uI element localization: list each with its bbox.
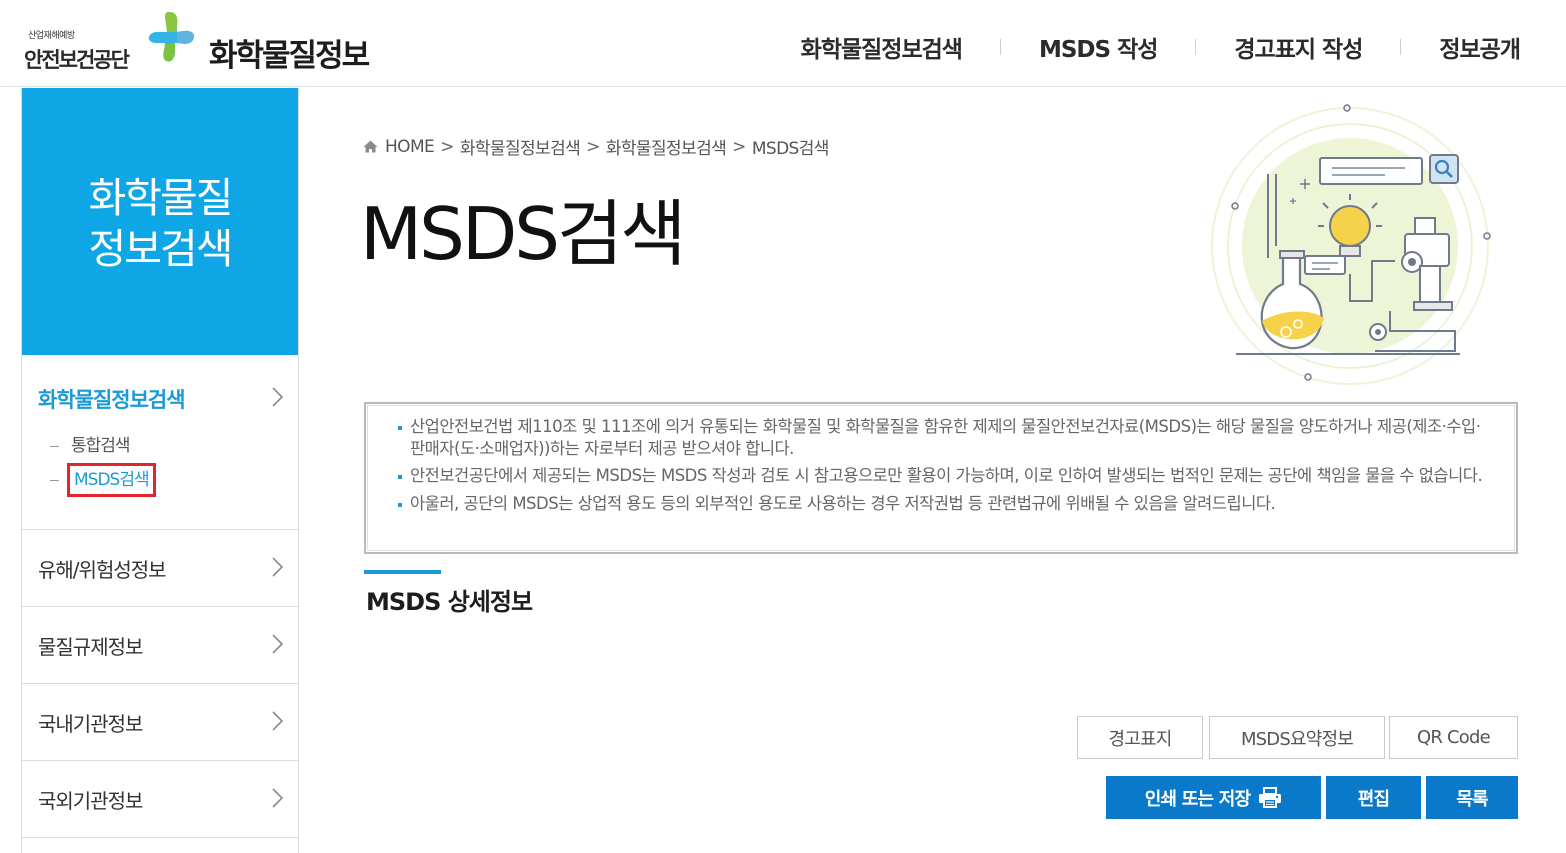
sidebar-item-label: 물질규제정보 [38,635,143,659]
sidebar-item-regulation-info[interactable]: 물질규제정보 [22,607,298,684]
submenu-item-msds-search[interactable]: MSDS검색 [50,463,156,497]
nav-divider [1400,39,1402,55]
logo-site-name: 화학물질정보 [209,38,370,74]
chevron-right-icon[interactable] [271,386,284,408]
global-nav: 화학물질정보검색 MSDS 작성 경고표지 작성 정보공개 [801,30,1521,64]
nav-warning-label-create[interactable]: 경고표지 작성 [1234,30,1363,64]
dash-icon [50,479,59,481]
breadcrumb-current: MSDS검색 [751,139,830,159]
nav-msds-create[interactable]: MSDS 작성 [1039,30,1158,64]
breadcrumb-separator: > [440,136,454,157]
sidebar-menu: 화학물질정보검색 통합검색 MSDS검색 유해/위험성정보 물질규제정보 국내기… [22,355,298,838]
lab-illustration [1211,104,1491,385]
breadcrumb-separator: > [732,136,746,157]
print-save-label: 인쇄 또는 저장 [1144,788,1251,810]
sidebar-item-foreign-agency[interactable]: 국외기관정보 [22,761,298,838]
breadcrumb-item[interactable]: 화학물질정보검색 [606,134,727,159]
logo-cross-icon [148,12,194,62]
sidebar-item-label[interactable]: 화학물질정보검색 [38,384,186,414]
sidebar-item-chemical-search: 화학물질정보검색 통합검색 MSDS검색 [22,355,298,530]
section-title: MSDS 상세정보 [366,588,533,616]
sidebar-item-label: 국외기관정보 [38,789,143,813]
nav-information-disclosure[interactable]: 정보공개 [1439,30,1521,64]
breadcrumb-item[interactable]: 화학물질정보검색 [460,134,581,159]
print-icon [1259,787,1282,808]
sidebar-item-domestic-agency[interactable]: 국내기관정보 [22,684,298,761]
breadcrumb-separator: > [586,136,600,157]
submenu-item-label-current: MSDS검색 [67,463,156,497]
chevron-right-icon [271,633,284,655]
breadcrumb: HOME > 화학물질정보검색 > 화학물질정보검색 > MSDS검색 [363,134,829,159]
site-logo[interactable]: 산업재해예방 안전보건공단 화학물질정보 [22,8,402,78]
list-button[interactable]: 목록 [1426,776,1518,819]
sidebar: 화학물질 정보검색 화학물질정보검색 통합검색 MSDS검색 유해/위험성정보 [21,88,299,853]
notice-item: 산업안전보건법 제110조 및 111조에 의거 유통되는 화학물질 및 화학물… [396,416,1486,459]
msds-summary-button[interactable]: MSDS요약정보 [1209,716,1385,759]
notice-item: 아울러, 공단의 MSDS는 상업적 용도 등의 외부적인 용도로 사용하는 경… [396,493,1486,515]
logo-org-name: 안전보건공단 [24,48,130,72]
submenu-item-integrated-search[interactable]: 통합검색 [50,431,131,456]
sidebar-item-label: 국내기관정보 [38,712,143,736]
sidebar-item-label: 유해/위험성정보 [38,558,167,582]
logo-org-small: 산업재해예방 [28,31,75,41]
dash-icon [50,445,59,447]
breadcrumb-home[interactable]: HOME [385,137,435,157]
print-save-button[interactable]: 인쇄 또는 저장 [1106,776,1321,819]
warning-label-button[interactable]: 경고표지 [1077,716,1203,759]
site-header: 산업재해예방 안전보건공단 화학물질정보 화학물질정보검색 MSDS 작성 경고… [0,0,1566,87]
chevron-right-icon [271,710,284,732]
nav-divider [999,39,1001,55]
nav-divider [1195,39,1197,55]
qr-code-button[interactable]: QR Code [1389,716,1518,759]
notice-list: 산업안전보건법 제110조 및 111조에 의거 유통되는 화학물질 및 화학물… [396,416,1486,514]
submenu-item-label: 통합검색 [71,436,131,456]
sidebar-item-hazard-info[interactable]: 유해/위험성정보 [22,530,298,607]
notice-item: 안전보건공단에서 제공되는 MSDS는 MSDS 작성과 검토 시 참고용으로만… [396,465,1486,487]
nav-chemical-search[interactable]: 화학물질정보검색 [801,30,963,64]
home-icon [363,140,378,153]
page-title: MSDS검색 [360,192,686,276]
section-title-bar [364,570,441,574]
chevron-right-icon [271,556,284,578]
sidebar-hero-title: 화학물질 정보검색 [88,173,234,273]
chevron-right-icon [271,787,284,809]
edit-button[interactable]: 편집 [1326,776,1421,819]
notice-box: 산업안전보건법 제110조 및 111조에 의거 유통되는 화학물질 및 화학물… [364,402,1518,554]
sidebar-hero: 화학물질 정보검색 [22,88,298,355]
